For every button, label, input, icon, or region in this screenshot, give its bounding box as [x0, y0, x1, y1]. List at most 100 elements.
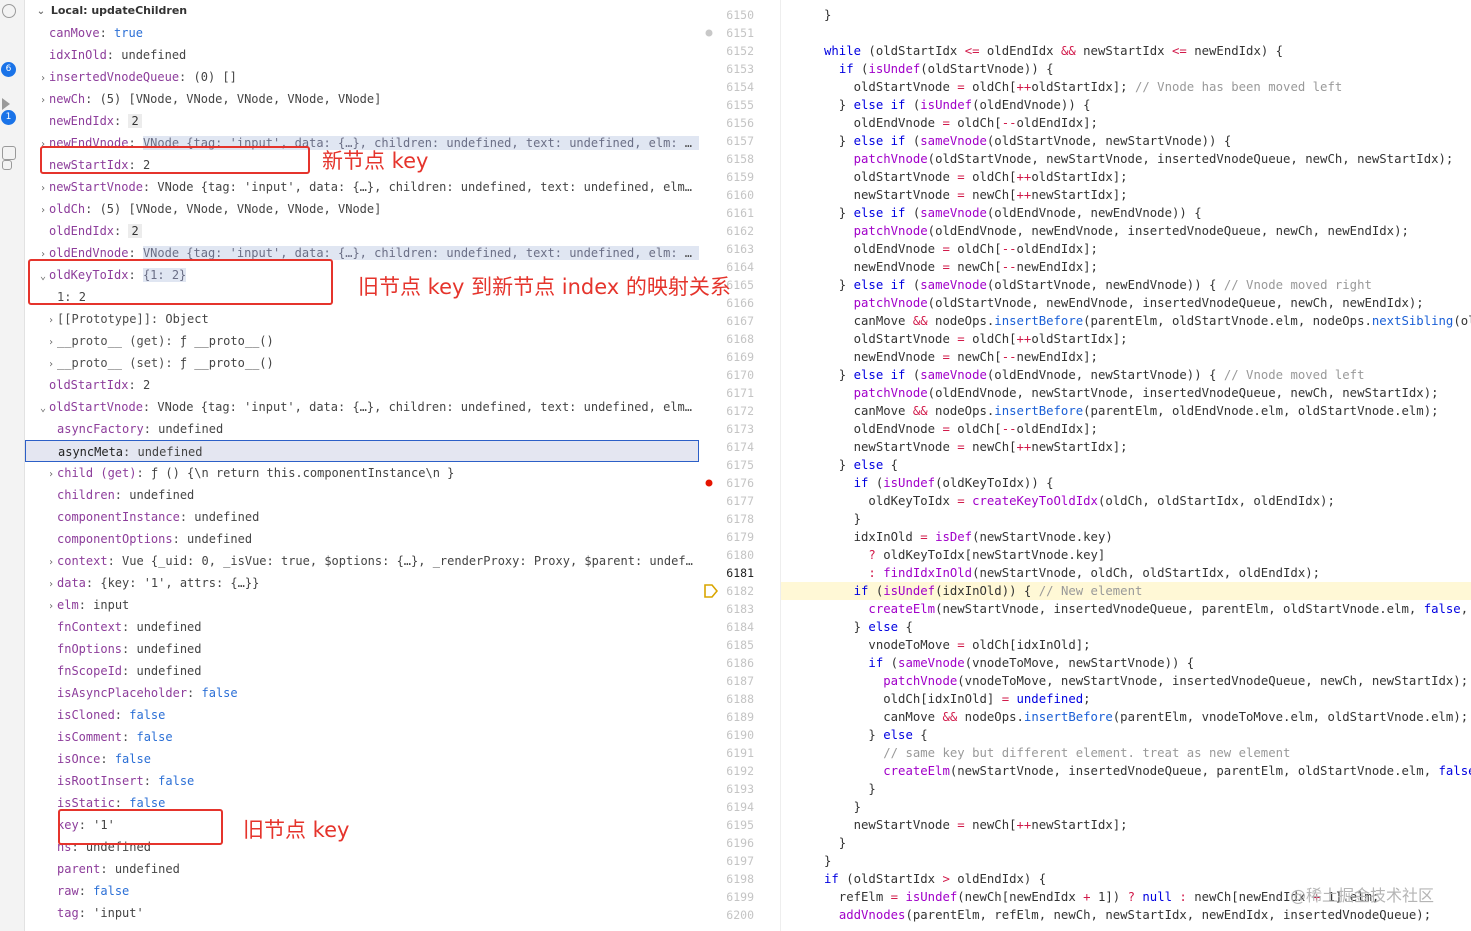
debug-icon[interactable] — [2, 4, 16, 18]
breakpoint-icon[interactable] — [704, 478, 714, 488]
code-line[interactable]: newEndVnode = newCh[--newEndIdx]; — [781, 258, 1471, 276]
variable-row[interactable]: fnScopeId: undefined — [25, 660, 699, 682]
variable-row[interactable]: raw: false — [25, 880, 699, 902]
variable-row[interactable]: componentOptions: undefined — [25, 528, 699, 550]
variable-row[interactable]: newEndIdx: 2 — [25, 110, 699, 132]
chevron-right-icon[interactable]: › — [45, 574, 57, 594]
code-line[interactable]: while (oldStartIdx <= oldEndIdx && newSt… — [781, 42, 1471, 60]
code-line[interactable]: } else { — [781, 456, 1471, 474]
variable-row[interactable]: › child (get): ƒ () {\n return this.compo… — [25, 462, 699, 484]
chevron-right-icon[interactable]: › — [37, 90, 49, 110]
code-line[interactable]: oldStartVnode = oldCh[++oldStartIdx]; //… — [781, 78, 1471, 96]
code-line[interactable]: oldStartVnode = oldCh[++oldStartIdx]; — [781, 168, 1471, 186]
chevron-right-icon[interactable]: › — [45, 464, 57, 484]
code-line[interactable]: if (isUndef(oldKeyToIdx)) { — [781, 474, 1471, 492]
code-line[interactable]: } — [781, 6, 1471, 24]
chevron-right-icon[interactable]: › — [45, 332, 57, 352]
variable-row[interactable]: componentInstance: undefined — [25, 506, 699, 528]
chevron-right-icon[interactable]: › — [37, 68, 49, 88]
code-line[interactable]: oldEndVnode = oldCh[--oldEndIdx]; — [781, 240, 1471, 258]
code-line[interactable]: } else if (sameVnode(oldStartVnode, newS… — [781, 132, 1471, 150]
variable-row[interactable]: › context: Vue {_uid: 0, _isVue: true, $o… — [25, 550, 699, 572]
chevron-right-icon[interactable]: › — [45, 354, 57, 374]
copy-icon[interactable] — [2, 160, 12, 170]
code-line[interactable]: oldEndVnode = oldCh[--oldEndIdx]; — [781, 420, 1471, 438]
breakpoint-hint-icon[interactable] — [704, 28, 714, 38]
code-line[interactable]: idxInOld = isDef(newStartVnode.key) — [781, 528, 1471, 546]
variable-row[interactable]: isCloned: false — [25, 704, 699, 726]
variable-row[interactable]: fnContext: undefined — [25, 616, 699, 638]
code-line[interactable]: newEndVnode = newCh[--newEndIdx]; — [781, 348, 1471, 366]
code-line[interactable]: createElm(newStartVnode, insertedVnodeQu… — [781, 762, 1471, 780]
code-line[interactable]: } — [781, 780, 1471, 798]
code-line[interactable]: } else { — [781, 726, 1471, 744]
chevron-right-icon[interactable]: › — [37, 200, 49, 220]
variable-row[interactable]: asyncFactory: undefined — [25, 418, 699, 440]
code-line[interactable]: patchVnode(oldStartVnode, newEndVnode, i… — [781, 294, 1471, 312]
code-line[interactable]: newStartVnode = newCh[++newStartIdx]; — [781, 816, 1471, 834]
code-line[interactable]: } else if (sameVnode(oldStartVnode, newE… — [781, 276, 1471, 294]
code-line[interactable]: oldEndVnode = oldCh[--oldEndIdx]; — [781, 114, 1471, 132]
code-line[interactable]: ? oldKeyToIdx[newStartVnode.key] — [781, 546, 1471, 564]
variable-row[interactable]: isOnce: false — [25, 748, 699, 770]
code-line[interactable]: // same key but different element. treat… — [781, 744, 1471, 762]
code-editor[interactable]: } while (oldStartIdx <= oldEndIdx && newS… — [780, 0, 1471, 931]
code-line[interactable]: createElm(newStartVnode, insertedVnodeQu… — [781, 600, 1471, 618]
variable-row[interactable]: isRootInsert: false — [25, 770, 699, 792]
code-line[interactable]: oldCh[idxInOld] = undefined; — [781, 690, 1471, 708]
code-line[interactable] — [781, 24, 1471, 42]
code-line[interactable]: canMove && nodeOps.insertBefore(parentEl… — [781, 402, 1471, 420]
extensions-icon[interactable] — [2, 146, 16, 160]
variable-row[interactable]: › elm: input — [25, 594, 699, 616]
variable-row[interactable]: › insertedVnodeQueue: (0) [] — [25, 66, 699, 88]
scope-header[interactable]: ⌄ Local: updateChildren — [25, 0, 699, 22]
run-icon[interactable] — [2, 98, 10, 110]
code-line[interactable]: } — [781, 510, 1471, 528]
code-line[interactable]: newStartVnode = newCh[++newStartIdx]; — [781, 186, 1471, 204]
code-line[interactable]: oldStartVnode = oldCh[++oldStartIdx]; — [781, 330, 1471, 348]
code-line[interactable]: } else if (isUndef(oldEndVnode)) { — [781, 96, 1471, 114]
code-line[interactable]: } else if (sameVnode(oldEndVnode, newEnd… — [781, 204, 1471, 222]
variable-row[interactable]: › newCh: (5) [VNode, VNode, VNode, VNode,… — [25, 88, 699, 110]
code-line[interactable]: } else if (sameVnode(oldEndVnode, newSta… — [781, 366, 1471, 384]
code-line[interactable]: canMove && nodeOps.insertBefore(parentEl… — [781, 708, 1471, 726]
code-line[interactable]: canMove && nodeOps.insertBefore(parentEl… — [781, 312, 1471, 330]
code-line[interactable]: patchVnode(oldEndVnode, newEndVnode, ins… — [781, 222, 1471, 240]
chevron-right-icon[interactable]: › — [45, 552, 57, 572]
code-line[interactable]: : findIdxInOld(newStartVnode, oldCh, old… — [781, 564, 1471, 582]
code-line[interactable]: if (isUndef(oldStartVnode)) { — [781, 60, 1471, 78]
variable-row[interactable]: › data: {key: '1', attrs: {…}} — [25, 572, 699, 594]
variable-row[interactable]: › oldCh: (5) [VNode, VNode, VNode, VNode,… — [25, 198, 699, 220]
code-line[interactable]: } — [781, 834, 1471, 852]
variable-row[interactable]: › [[Prototype]]: Object — [25, 308, 699, 330]
variable-row[interactable]: oldEndIdx: 2 — [25, 220, 699, 242]
code-line[interactable]: oldKeyToIdx = createKeyToOldIdx(oldCh, o… — [781, 492, 1471, 510]
code-line[interactable]: if (sameVnode(vnodeToMove, newStartVnode… — [781, 654, 1471, 672]
variable-row[interactable]: › __proto__ (get): ƒ __proto__() — [25, 330, 699, 352]
code-line[interactable]: newStartVnode = newCh[++newStartIdx]; — [781, 438, 1471, 456]
code-line[interactable]: } else { — [781, 618, 1471, 636]
variable-row[interactable]: asyncMeta: undefined — [25, 440, 699, 462]
variable-row[interactable]: idxInOld: undefined — [25, 44, 699, 66]
variable-row[interactable]: › newStartVnode: VNode {tag: 'input', dat… — [25, 176, 699, 198]
variable-row[interactable]: children: undefined — [25, 484, 699, 506]
code-line[interactable]: patchVnode(oldStartVnode, newStartVnode,… — [781, 150, 1471, 168]
chevron-right-icon[interactable]: › — [45, 310, 57, 330]
variable-row[interactable]: isAsyncPlaceholder: false — [25, 682, 699, 704]
variable-row[interactable]: ⌄ oldStartVnode: VNode {tag: 'input', dat… — [25, 396, 699, 418]
chevron-right-icon[interactable]: › — [37, 178, 49, 198]
code-line[interactable]: } — [781, 852, 1471, 870]
code-line[interactable]: patchVnode(oldEndVnode, newStartVnode, i… — [781, 384, 1471, 402]
variable-row[interactable]: canMove: true — [25, 22, 699, 44]
variable-row[interactable]: isComment: false — [25, 726, 699, 748]
chevron-right-icon[interactable]: › — [45, 596, 57, 616]
variable-row[interactable]: tag: 'input' — [25, 902, 699, 924]
variable-row[interactable]: fnOptions: undefined — [25, 638, 699, 660]
chevron-down-icon[interactable]: ⌄ — [37, 398, 49, 418]
code-line[interactable]: vnodeToMove = oldCh[idxInOld]; — [781, 636, 1471, 654]
variable-row[interactable]: oldStartIdx: 2 — [25, 374, 699, 396]
code-line[interactable]: addVnodes(parentElm, refElm, newCh, newS… — [781, 906, 1471, 924]
variable-row[interactable]: parent: undefined — [25, 858, 699, 880]
code-line[interactable]: patchVnode(vnodeToMove, newStartVnode, i… — [781, 672, 1471, 690]
variable-row[interactable]: › __proto__ (set): ƒ __proto__() — [25, 352, 699, 374]
